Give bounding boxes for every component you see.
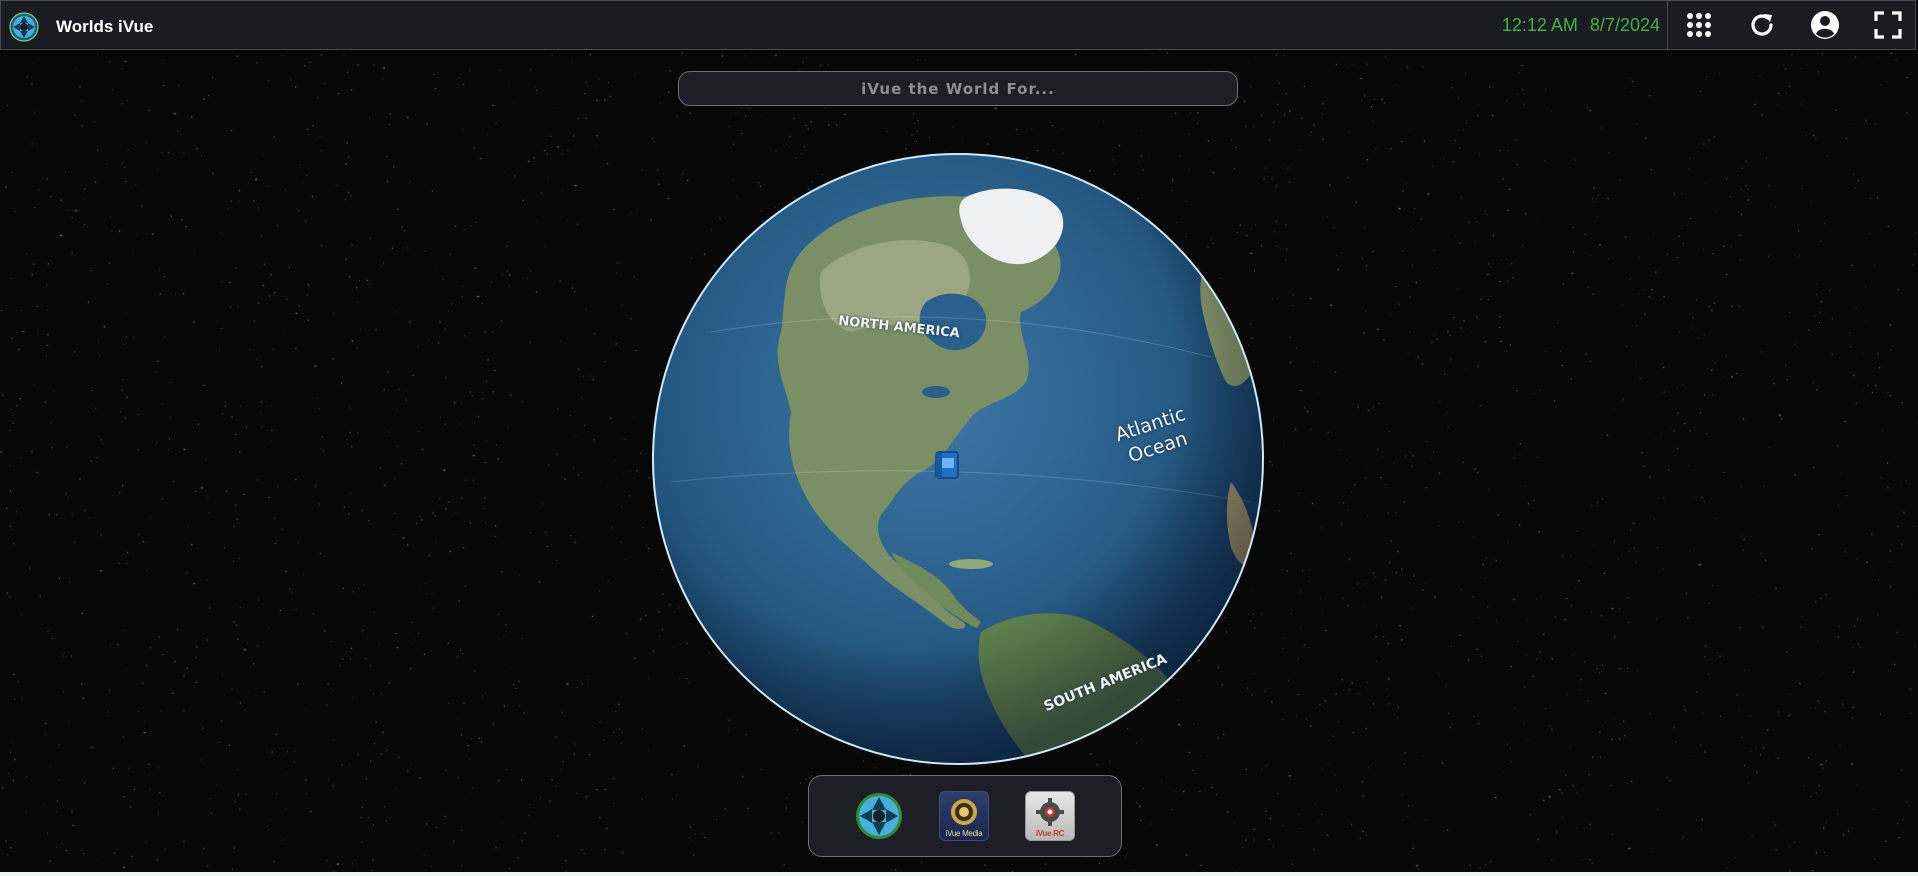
- top-actions: [1667, 1, 1915, 49]
- dock-app-ivue-rc[interactable]: iVue RC: [1025, 791, 1075, 841]
- ivue-rc-gear-icon: [1036, 798, 1064, 826]
- top-bar: Worlds iVue 12:12 AM 8/7/2024: [0, 0, 1916, 50]
- apps-grid-button[interactable]: [1678, 4, 1720, 46]
- ivue-rc-caption: iVue RC: [1035, 829, 1065, 838]
- clock-time: 12:12 AM: [1501, 15, 1578, 35]
- account-icon: [1811, 11, 1839, 39]
- refresh-button[interactable]: [1741, 4, 1783, 46]
- search-input[interactable]: [678, 71, 1238, 106]
- fullscreen-button[interactable]: [1867, 4, 1909, 46]
- dock-app-ivue-media[interactable]: iVue Media: [939, 791, 989, 841]
- location-marker-icon[interactable]: [934, 450, 960, 480]
- dock-app-worlds-ivue[interactable]: [855, 792, 903, 840]
- app-dock: iVue Media iVue RC: [808, 775, 1122, 857]
- apps-grid-icon: [1687, 13, 1711, 37]
- worlds-ivue-app-icon: [856, 793, 902, 839]
- app-root: Worlds iVue 12:12 AM 8/7/2024 iVue the W…: [0, 0, 1918, 876]
- clock: 12:12 AM 8/7/2024: [1502, 15, 1660, 36]
- app-title: Worlds iVue: [56, 17, 154, 36]
- brand[interactable]: Worlds iVue: [9, 12, 153, 42]
- clock-date: 8/7/2024: [1589, 15, 1660, 35]
- account-button[interactable]: [1804, 4, 1846, 46]
- ivue-media-caption: iVue Media: [945, 829, 983, 838]
- refresh-icon: [1751, 14, 1773, 36]
- bottom-strip: [0, 872, 1918, 876]
- app-logo-icon: [9, 12, 39, 42]
- ivue-media-app-icon: [951, 799, 977, 825]
- fullscreen-icon: [1874, 11, 1902, 39]
